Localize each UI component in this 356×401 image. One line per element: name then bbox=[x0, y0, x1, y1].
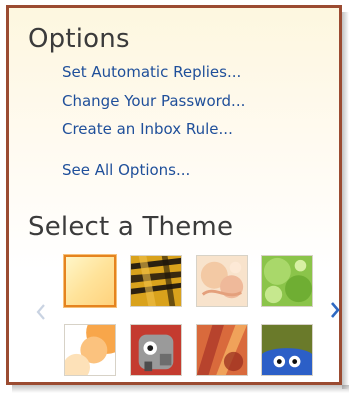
create-inbox-rule-link[interactable]: Create an Inbox Rule... bbox=[62, 120, 233, 138]
theme-tile-blue-monster[interactable] bbox=[261, 324, 313, 376]
change-password-link[interactable]: Change Your Password... bbox=[62, 92, 245, 110]
panel-shadow-bottom bbox=[12, 385, 349, 393]
chevron-left-icon[interactable] bbox=[33, 301, 49, 323]
theme-tile-green-leaves[interactable] bbox=[261, 255, 313, 307]
see-all-options-link[interactable]: See All Options... bbox=[62, 161, 190, 179]
set-automatic-replies-link[interactable]: Set Automatic Replies... bbox=[62, 63, 241, 81]
theme-tile-sunset-orange[interactable] bbox=[64, 255, 116, 307]
select-theme-heading: Select a Theme bbox=[28, 212, 234, 242]
theme-tile-orange-bubbles[interactable] bbox=[64, 324, 116, 376]
chevron-right-icon[interactable] bbox=[327, 299, 343, 321]
theme-tile-robot-cartoon[interactable] bbox=[130, 324, 182, 376]
theme-tile-peach-floral[interactable] bbox=[196, 255, 248, 307]
theme-tile-tiger-stripes[interactable] bbox=[130, 255, 182, 307]
theme-tile-autumn-leaves[interactable] bbox=[196, 324, 248, 376]
panel-shadow-right bbox=[342, 12, 349, 389]
options-heading: Options bbox=[28, 24, 130, 54]
